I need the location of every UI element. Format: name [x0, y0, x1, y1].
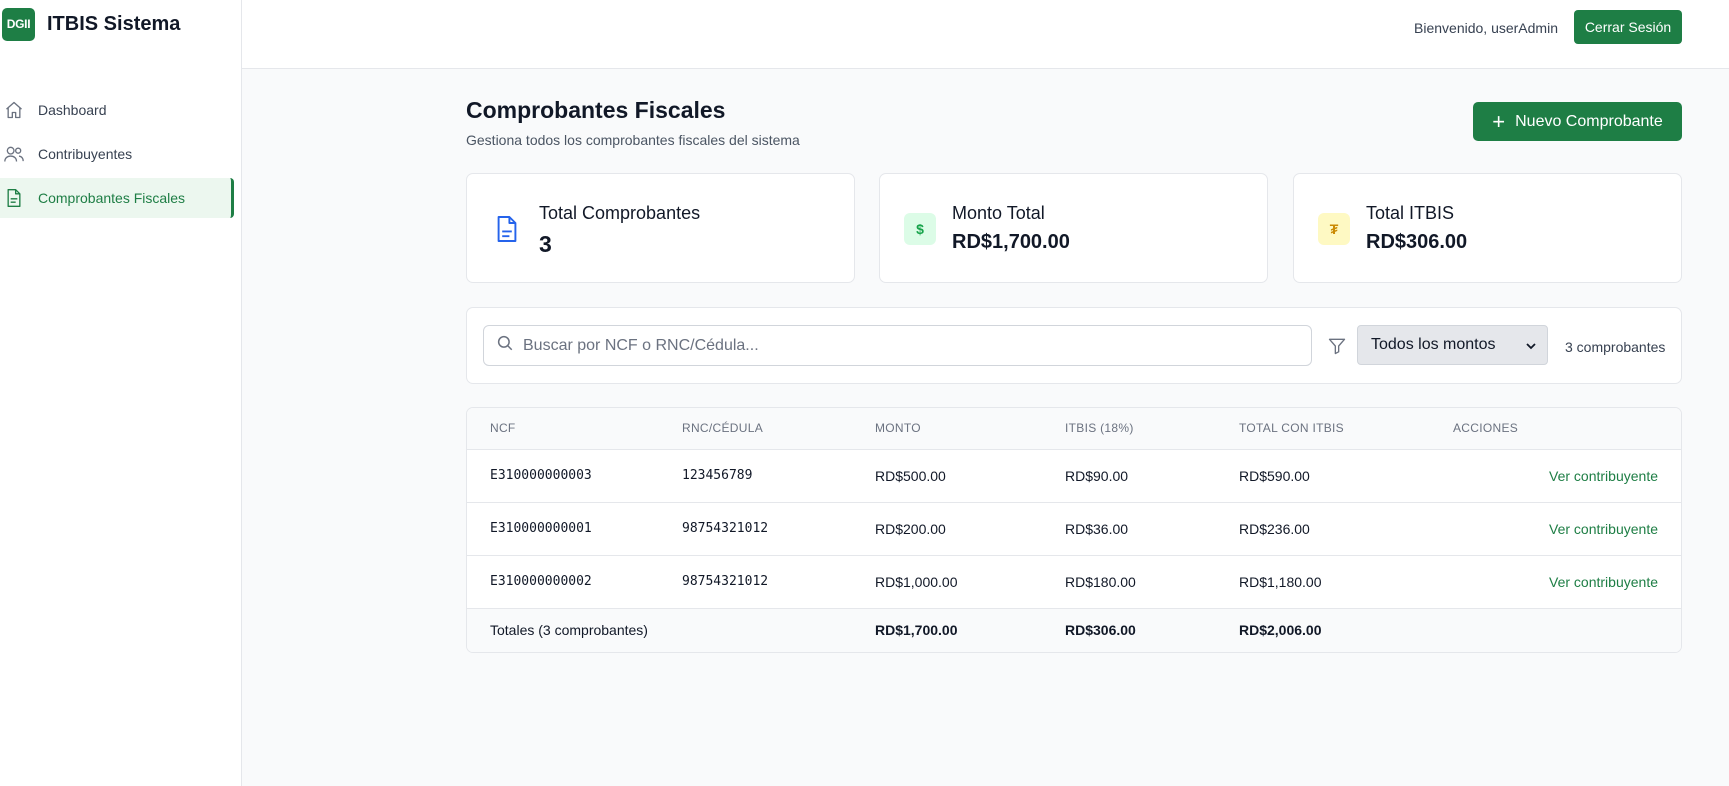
totals-empty-cell [1453, 608, 1681, 652]
chevron-down-icon [1525, 339, 1537, 357]
totals-total: RD$2,006.00 [1239, 622, 1322, 639]
column-header: Acciones [1453, 408, 1681, 450]
stat-value: RD$306.00 [1366, 231, 1468, 253]
amount-filter-select[interactable]: Todos los montos [1357, 325, 1548, 365]
tax-icon: ₮ [1318, 213, 1350, 245]
ncf-cell: E310000000001 [490, 521, 592, 536]
stat-label: Monto Total [952, 203, 1045, 223]
new-comprobante-button[interactable]: + Nuevo Comprobante [1473, 102, 1682, 141]
sidebar-item-dashboard[interactable]: Dashboard [0, 90, 234, 130]
document-icon [3, 187, 25, 209]
totals-itbis: RD$306.00 [1065, 622, 1136, 639]
sidebar-item-label: Contribuyentes [38, 146, 133, 162]
stat-label: Total Comprobantes [539, 203, 701, 223]
column-header: Total con ITBIS [1239, 408, 1453, 450]
column-header: NCF [467, 408, 682, 450]
comprobantes-table: NCF RNC/Cédula Monto ITBIS (18%) Total c… [466, 407, 1682, 653]
stat-card-total-itbis: ₮ Total ITBIS RD$306.00 [1293, 173, 1682, 283]
table-header-row: NCF RNC/Cédula Monto ITBIS (18%) Total c… [467, 408, 1681, 450]
sidebar-item-label: Comprobantes Fiscales [38, 190, 186, 206]
itbis-cell: RD$36.00 [1065, 520, 1129, 537]
total-cell: RD$590.00 [1239, 467, 1310, 484]
filter-bar: Todos los montos 3 comprobantes [466, 307, 1682, 384]
page-title: Comprobantes Fiscales [466, 97, 726, 123]
total-cell: RD$1,180.00 [1239, 573, 1322, 590]
monto-cell: RD$1,000.00 [875, 573, 958, 590]
stat-value: 3 [539, 231, 552, 257]
search-input[interactable] [523, 336, 1303, 355]
rnc-cell: 98754321012 [682, 521, 769, 536]
stat-card-total-comprobantes: Total Comprobantes 3 [466, 173, 855, 283]
monto-cell: RD$500.00 [875, 467, 946, 484]
column-header: RNC/Cédula [682, 408, 875, 450]
table-row: E310000000003 123456789 RD$500.00 RD$90.… [467, 449, 1681, 502]
ver-contribuyente-link[interactable]: Ver contribuyente [1549, 468, 1658, 484]
itbis-cell: RD$90.00 [1065, 467, 1129, 484]
plus-icon: + [1492, 108, 1506, 134]
brand: DGII ITBIS Sistema [0, 0, 242, 48]
monto-cell: RD$200.00 [875, 520, 946, 537]
stat-value: RD$1,700.00 [952, 231, 1070, 253]
column-header: Monto [875, 408, 1065, 450]
totals-row: Totales (3 comprobantes) RD$1,700.00 RD$… [467, 608, 1681, 652]
dollar-icon: $ [904, 213, 936, 245]
search-icon [496, 334, 514, 357]
amount-filter-value: Todos los montos [1371, 336, 1496, 353]
stat-label: Total ITBIS [1366, 203, 1455, 223]
search-box [483, 325, 1312, 366]
logout-button[interactable]: Cerrar Sesión [1574, 10, 1682, 44]
welcome-text: Bienvenido, userAdmin [1414, 20, 1558, 36]
app-title: ITBIS Sistema [47, 12, 181, 35]
sidebar-item-label: Dashboard [38, 102, 107, 118]
page-subtitle: Gestiona todos los comprobantes fiscales… [466, 132, 800, 148]
table-row: E310000000002 98754321012 RD$1,000.00 RD… [467, 555, 1681, 608]
ncf-cell: E310000000003 [490, 468, 592, 483]
sidebar-item-contribuyentes[interactable]: Contribuyentes [0, 134, 234, 174]
new-comprobante-label: Nuevo Comprobante [1515, 112, 1663, 130]
total-cell: RD$236.00 [1239, 520, 1310, 537]
rnc-cell: 98754321012 [682, 574, 769, 589]
sidebar-item-comprobantes-fiscales[interactable]: Comprobantes Fiscales [0, 178, 234, 218]
top-bar: Bienvenido, userAdmin Cerrar Sesión [242, 0, 1729, 69]
stat-card-monto-total: $ Monto Total RD$1,700.00 [879, 173, 1268, 283]
dgii-logo: DGII [2, 7, 35, 41]
itbis-cell: RD$180.00 [1065, 573, 1136, 590]
home-icon [3, 99, 25, 121]
file-text-icon [491, 213, 523, 245]
result-count: 3 comprobantes [1565, 339, 1666, 355]
totals-monto: RD$1,700.00 [875, 622, 958, 639]
ver-contribuyente-link[interactable]: Ver contribuyente [1549, 574, 1658, 590]
sidebar-nav: Dashboard Contribuyentes Comprobantes Fi… [0, 90, 234, 222]
sidebar: DGII ITBIS Sistema Dashboard Contribuyen… [0, 0, 242, 786]
users-icon [3, 143, 25, 165]
table-row: E310000000001 98754321012 RD$200.00 RD$3… [467, 502, 1681, 555]
column-header: ITBIS (18%) [1065, 408, 1239, 450]
ver-contribuyente-link[interactable]: Ver contribuyente [1549, 521, 1658, 537]
filter-icon [1327, 336, 1347, 356]
totals-label: Totales (3 comprobantes) [490, 622, 648, 639]
ncf-cell: E310000000002 [490, 574, 592, 589]
rnc-cell: 123456789 [682, 468, 753, 483]
